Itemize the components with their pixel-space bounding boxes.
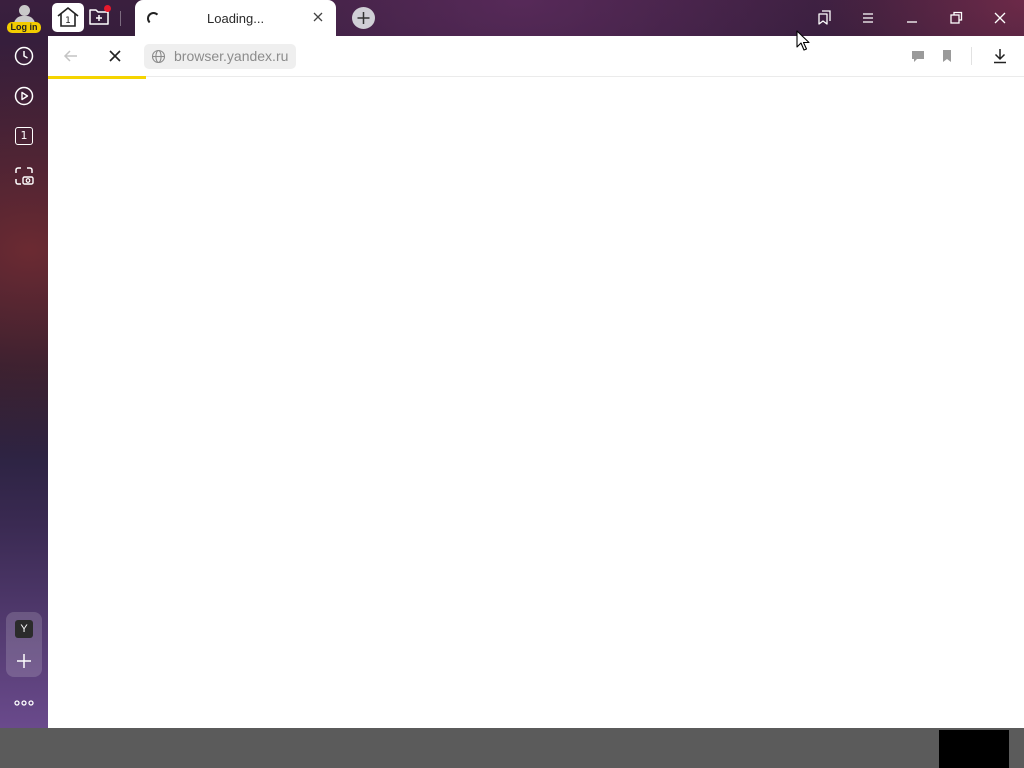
menu-button[interactable] <box>859 9 877 27</box>
collections-icon <box>818 10 831 25</box>
menu-icon <box>863 13 873 23</box>
login-badge[interactable]: Log in <box>7 22 41 33</box>
notification-dot <box>104 5 111 12</box>
url-field[interactable]: browser.yandex.ru <box>144 44 297 69</box>
chat-icon[interactable] <box>910 48 926 64</box>
user-avatar-icon <box>19 5 30 16</box>
back-arrow-icon[interactable] <box>62 47 80 65</box>
new-tab-button[interactable] <box>352 7 375 29</box>
close-icon <box>994 12 1006 24</box>
minimize-button[interactable] <box>903 9 921 27</box>
sidebar-item-video[interactable] <box>12 84 36 108</box>
stop-loading-icon[interactable] <box>107 48 123 64</box>
bookmark-icon[interactable] <box>939 48 955 64</box>
sidebar-item-screenshot[interactable] <box>12 164 36 188</box>
tab-separator <box>120 11 121 26</box>
taskbar <box>0 728 1024 768</box>
globe-icon <box>151 49 166 64</box>
clock-icon <box>14 46 34 66</box>
loading-spinner-icon <box>147 12 160 25</box>
restore-button[interactable] <box>947 9 965 27</box>
taskbar-black-block <box>939 730 1009 768</box>
home-tabs-button[interactable]: 1 <box>52 3 84 32</box>
plus-icon <box>357 12 370 24</box>
tab-close-icon[interactable] <box>311 10 325 24</box>
title-bar: Log in 1 Loading... <box>0 0 1024 36</box>
tab-loading[interactable]: Loading... <box>135 0 336 36</box>
address-bar-separator <box>971 47 972 65</box>
download-icon[interactable] <box>992 48 1008 64</box>
sidebar: 1 Y <box>0 36 48 728</box>
content-area: browser.yandex.ru <box>48 36 1024 728</box>
tab-groups-button[interactable] <box>87 4 115 31</box>
restore-icon <box>950 11 963 24</box>
page-content <box>48 79 1024 728</box>
more-dots-icon[interactable] <box>12 694 36 712</box>
home-tab-count: 1 <box>65 16 71 26</box>
sidebar-item-tabs[interactable]: 1 <box>12 124 36 148</box>
sidebar-apps-panel: Y <box>6 612 42 677</box>
screenshot-camera-icon <box>15 167 34 185</box>
minimize-icon <box>907 21 917 23</box>
home-icon: 1 <box>57 7 79 27</box>
close-window-button[interactable] <box>991 9 1009 27</box>
sidebar-app-yandex[interactable]: Y <box>15 620 33 638</box>
address-bar: browser.yandex.ru <box>48 36 1024 77</box>
tab-count-icon: 1 <box>15 127 33 145</box>
url-text: browser.yandex.ru <box>174 48 289 64</box>
add-app-icon[interactable] <box>15 652 33 670</box>
profile-button[interactable]: Log in <box>6 3 42 33</box>
play-circle-icon <box>14 86 34 106</box>
collections-button[interactable] <box>815 9 833 27</box>
sidebar-item-history[interactable] <box>12 44 36 68</box>
tab-title: Loading... <box>207 11 265 26</box>
browser-window: Log in 1 Loading... 1 Y browser.yandex.r… <box>0 0 1024 728</box>
